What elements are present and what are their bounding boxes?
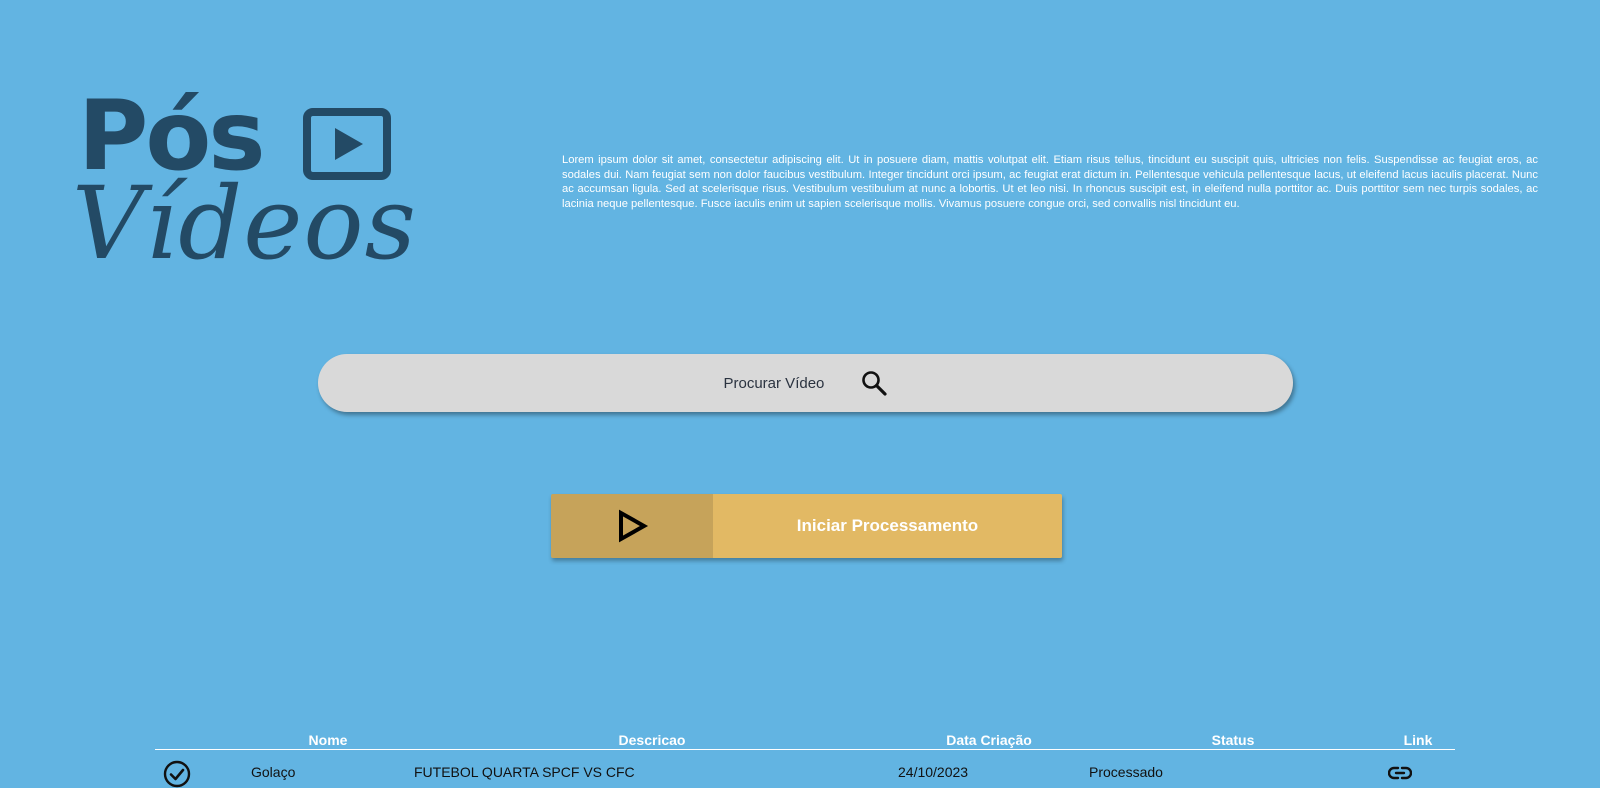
column-header-status: Status: [1211, 732, 1255, 748]
row-descricao: FUTEBOL QUARTA SPCF VS CFC: [414, 764, 635, 780]
table-row: Golaço FUTEBOL QUARTA SPCF VS CFC 24/10/…: [155, 750, 1455, 788]
row-nome: Golaço: [251, 764, 296, 780]
column-header-link: Link: [1403, 732, 1433, 748]
link-icon[interactable]: [1388, 765, 1412, 781]
search-bar[interactable]: [318, 354, 1293, 412]
check-circle-icon: [163, 760, 191, 788]
search-icon[interactable]: [860, 369, 888, 397]
logo-text-videos: Vídeos: [72, 165, 417, 282]
process-icon-box[interactable]: [551, 494, 713, 558]
start-processing-button[interactable]: Iniciar Processamento: [551, 494, 1062, 558]
search-input[interactable]: [723, 374, 834, 392]
column-header-data: Data Criação: [946, 732, 1032, 748]
column-header-nome: Nome: [308, 732, 348, 748]
start-processing-label[interactable]: Iniciar Processamento: [713, 494, 1062, 558]
site-description: Lorem ipsum dolor sit amet, consectetur …: [562, 154, 1538, 210]
play-outline-icon: [619, 509, 649, 543]
table-header: Nome Descricao Data Criação Status Link: [155, 728, 1455, 750]
videos-table: Nome Descricao Data Criação Status Link …: [155, 728, 1455, 788]
column-header-descricao: Descricao: [618, 732, 686, 748]
logo: Pós Vídeos: [72, 88, 416, 278]
row-status: Processado: [1089, 764, 1163, 780]
row-data: 24/10/2023: [898, 764, 969, 780]
